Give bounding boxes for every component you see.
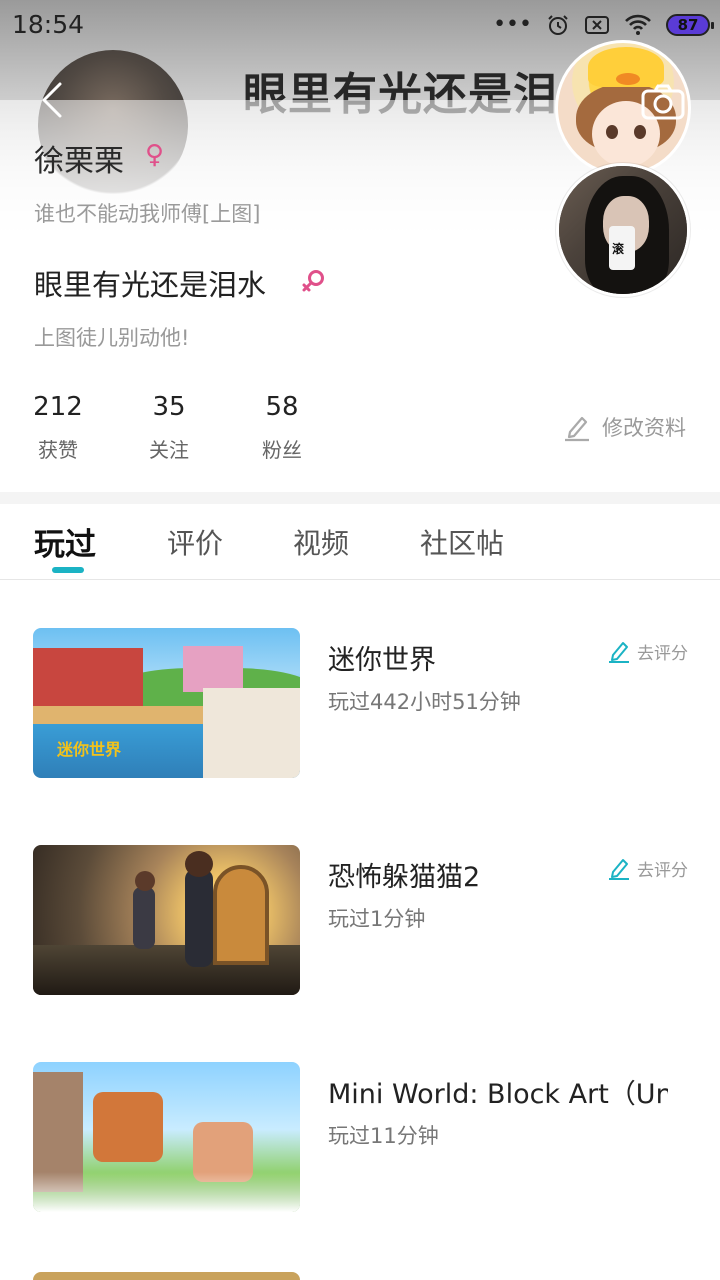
tab-reviews[interactable]: 评价 <box>167 522 223 562</box>
game-thumbnail[interactable] <box>33 1062 300 1212</box>
rate-button[interactable]: 去评分 <box>607 638 688 664</box>
edit-icon <box>565 416 589 442</box>
avatar-phone: 滚 <box>609 226 635 270</box>
female-icon <box>302 270 324 292</box>
game-logo: 迷你世界 <box>57 740 122 759</box>
section-divider <box>0 492 720 504</box>
battery-level: 87 <box>677 15 699 34</box>
stat-followers[interactable]: 58 粉丝 <box>232 392 332 463</box>
back-icon[interactable] <box>38 80 68 120</box>
battery-icon: 87 <box>666 13 714 36</box>
rate-edit-icon <box>609 859 629 880</box>
game-playtime: 玩过1分钟 <box>328 907 426 931</box>
game-thumbnail-peek <box>33 1272 300 1280</box>
game-playtime: 玩过11分钟 <box>328 1124 439 1148</box>
rate-label: 去评分 <box>637 643 688 664</box>
game-item[interactable]: 迷你世界 迷你世界 玩过442小时51分钟 去评分 <box>0 628 720 780</box>
stat-following[interactable]: 35 关注 <box>119 392 219 463</box>
tab-played[interactable]: 玩过 <box>34 519 96 564</box>
game-title[interactable]: Mini World: Block Art（Un... <box>328 1072 668 1111</box>
tab-videos[interactable]: 视频 <box>293 522 349 562</box>
stat-following-label: 关注 <box>149 438 189 462</box>
stat-likes[interactable]: 212 获赞 <box>8 392 108 463</box>
rate-button[interactable]: 去评分 <box>607 855 688 881</box>
game-thumbnail[interactable]: 迷你世界 <box>33 628 300 778</box>
rate-edit-icon <box>609 642 629 663</box>
tab-indicator <box>52 567 84 573</box>
cover-signature: 谁也不能动我师傅[上图] <box>34 202 261 226</box>
stat-likes-label: 获赞 <box>38 438 78 462</box>
game-item[interactable]: 恐怖躲猫猫2 玩过1分钟 去评分 <box>0 845 720 997</box>
stat-followers-label: 粉丝 <box>262 438 302 462</box>
more-dots-icon: ••• <box>493 12 532 37</box>
status-icons: ••• 87 <box>493 12 714 37</box>
no-sim-icon <box>585 15 609 34</box>
stat-following-value: 35 <box>152 392 186 422</box>
game-thumbnail[interactable] <box>33 845 300 995</box>
game-item[interactable]: Mini World: Block Art（Un... 玩过11分钟 <box>0 1062 720 1214</box>
wifi-icon <box>625 14 651 35</box>
status-time: 18:54 <box>12 10 85 39</box>
avatar-phone-text: 滚 <box>612 242 625 256</box>
camera-icon[interactable] <box>640 82 686 122</box>
stat-followers-value: 58 <box>265 392 299 422</box>
rate-label: 去评分 <box>637 860 688 881</box>
edit-profile-button[interactable]: 修改资料 <box>562 410 686 444</box>
alarm-icon <box>548 14 568 35</box>
cover-name: 徐栗栗 <box>34 144 124 179</box>
edit-profile-label: 修改资料 <box>602 416 686 440</box>
tab-bar: 玩过 评价 视频 社区帖 <box>0 504 720 580</box>
tab-community-posts[interactable]: 社区帖 <box>420 522 504 562</box>
game-playtime: 玩过442小时51分钟 <box>328 690 521 714</box>
cover-female-icon: ♀ <box>145 140 165 170</box>
profile-name: 眼里有光还是泪水 <box>34 268 267 302</box>
profile-signature: 上图徒儿别动他! <box>34 326 190 350</box>
game-title[interactable]: 迷你世界 <box>328 638 436 677</box>
stat-likes-value: 212 <box>33 392 83 422</box>
user-avatar[interactable]: 滚 <box>556 163 690 297</box>
game-title[interactable]: 恐怖躲猫猫2 <box>328 855 480 894</box>
